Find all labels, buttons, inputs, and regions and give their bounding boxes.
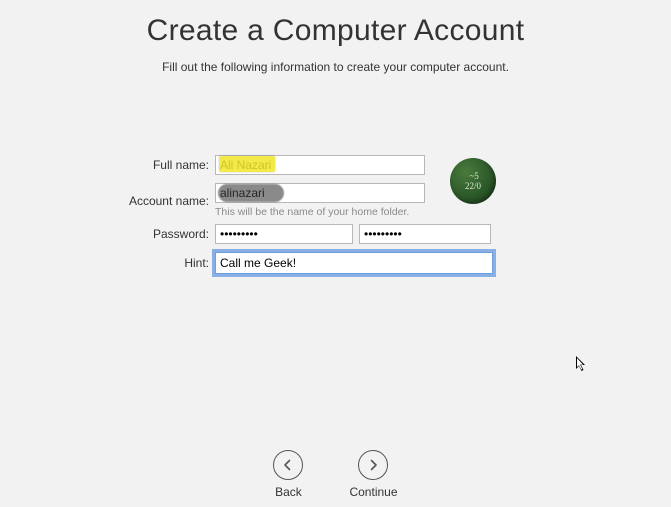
arrow-left-icon [273, 450, 303, 480]
password-verify-input[interactable] [359, 224, 491, 244]
nav-buttons: Back Continue [0, 450, 671, 499]
password-label: Password: [0, 227, 215, 241]
password-input[interactable] [215, 224, 353, 244]
back-button[interactable]: Back [273, 450, 303, 499]
hint-input[interactable] [215, 252, 493, 274]
accountname-helper: This will be the name of your home folde… [215, 206, 425, 218]
accountname-input[interactable] [215, 183, 425, 203]
avatar-content: ~5 22/0 [465, 171, 481, 191]
back-label: Back [275, 485, 302, 499]
account-avatar[interactable]: ~5 22/0 [450, 158, 496, 204]
continue-label: Continue [349, 485, 397, 499]
mouse-cursor-icon [576, 356, 588, 374]
page-subtitle: Fill out the following information to cr… [0, 60, 671, 74]
account-form: Full name: Account name: This will be th… [0, 155, 671, 282]
fullname-label: Full name: [0, 158, 215, 172]
arrow-right-icon [358, 450, 388, 480]
accountname-label: Account name: [0, 194, 215, 208]
page-title: Create a Computer Account [0, 0, 671, 48]
fullname-input[interactable] [215, 155, 425, 175]
continue-button[interactable]: Continue [349, 450, 397, 499]
hint-label: Hint: [0, 256, 215, 270]
